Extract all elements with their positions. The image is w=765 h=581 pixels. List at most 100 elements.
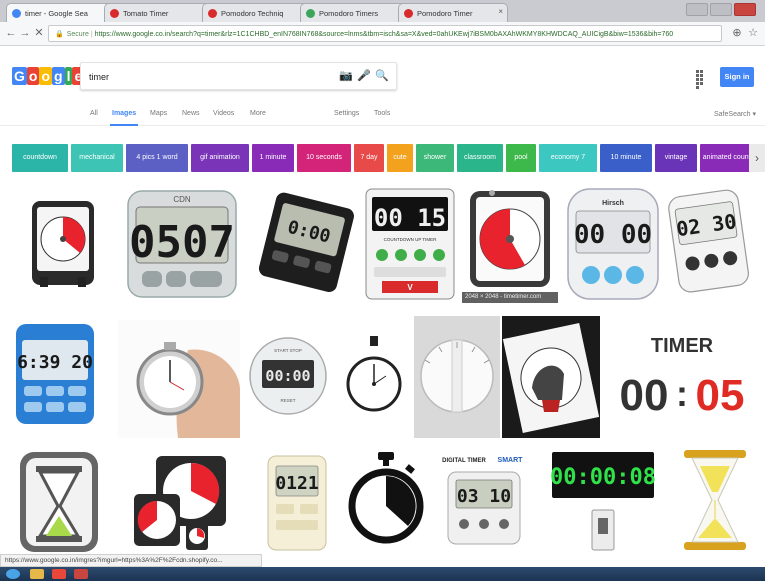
star-icon[interactable]: ☆ <box>746 26 760 40</box>
start-button-icon[interactable] <box>6 569 20 579</box>
brand-label: Hirsch <box>602 200 624 207</box>
image-result-kitchen-wind-timer[interactable] <box>414 316 500 438</box>
related-chip[interactable]: 10 minute <box>600 144 652 172</box>
svg-text:V: V <box>407 283 413 292</box>
apps-grid-icon[interactable] <box>696 70 707 89</box>
google-logo[interactable]: Google <box>10 66 86 86</box>
forward-arrow-icon[interactable]: → <box>18 26 32 40</box>
tab-videos[interactable]: Videos <box>213 110 234 117</box>
google-favicon-icon <box>12 9 21 18</box>
image-result-round-white-timer[interactable]: START STOP 00:00 RESET <box>246 320 330 432</box>
image-result-time-timer-set[interactable] <box>126 452 230 554</box>
minimize-button[interactable] <box>686 3 708 16</box>
brand-label: CDN <box>173 195 191 204</box>
svg-text:0121: 0121 <box>275 473 318 494</box>
timer-display: 00 15 <box>374 204 446 232</box>
image-result-countdown-up-timer[interactable]: 00 15 COUNTDOWN UP TIMER V <box>362 185 458 303</box>
chrome-icon[interactable] <box>52 569 66 579</box>
search-input[interactable] <box>89 69 329 84</box>
related-chip[interactable]: pool <box>506 144 536 172</box>
image-result-time-timer-small[interactable] <box>22 193 104 295</box>
related-chip[interactable]: shower <box>416 144 454 172</box>
tab-news[interactable]: News <box>182 110 200 117</box>
address-url: https://www.google.co.in/search?q=timer&… <box>94 31 674 38</box>
image-result-timer-00-05[interactable]: TIMER 00 : 05 <box>604 322 760 436</box>
timer-display: 00 00 <box>574 220 652 250</box>
tomato-favicon-icon <box>208 9 217 18</box>
tab-all[interactable]: All <box>90 110 98 117</box>
camera-icon[interactable]: 📷 <box>339 69 353 84</box>
close-icon[interactable]: ✕ <box>32 26 46 40</box>
timer-display: 00:00 <box>265 367 310 385</box>
related-chip[interactable]: economy 7 <box>539 144 597 172</box>
image-result-cream-timer[interactable]: 0121 <box>262 452 332 554</box>
browser-tab-google-search[interactable]: timer - Google Sea × <box>6 3 116 22</box>
related-chip[interactable]: mechanical <box>71 144 123 172</box>
browser-tab-pomodoro-timers[interactable]: Pomodoro Timers × <box>300 3 410 22</box>
image-result-hirsch-timer[interactable]: Hirsch 00 00 <box>562 185 664 303</box>
image-result-hourglass-icon[interactable] <box>14 448 104 554</box>
button-label: RESET <box>280 398 295 403</box>
tab-more[interactable]: More <box>250 110 266 117</box>
image-result-black-timer[interactable]: 0:00 <box>252 185 358 303</box>
tomato-favicon-icon <box>110 9 119 18</box>
image-result-toilet-timer[interactable] <box>502 316 600 438</box>
button-label: START STOP <box>274 348 302 353</box>
product-title: DIGITAL TIMER <box>442 458 486 464</box>
google-logo-letter: l <box>64 67 73 85</box>
timer-colon: : <box>676 373 688 414</box>
related-chip[interactable]: vintage <box>655 144 697 172</box>
image-result-sand-hourglass[interactable] <box>676 446 754 554</box>
search-type-tabs: All Images Maps News Videos More Setting… <box>0 104 765 126</box>
os-taskbar <box>0 567 765 581</box>
tab-maps[interactable]: Maps <box>150 110 167 117</box>
related-chip[interactable]: 1 minute <box>252 144 294 172</box>
related-chip[interactable]: 7 day <box>354 144 384 172</box>
image-result-black-stopwatch[interactable] <box>340 320 408 432</box>
related-chip[interactable]: cute <box>387 144 413 172</box>
timer-seconds: 05 <box>696 371 745 420</box>
tab-settings[interactable]: Settings <box>334 110 359 117</box>
related-chip[interactable]: classroom <box>457 144 503 172</box>
back-arrow-icon[interactable]: ← <box>4 26 18 40</box>
google-logo-letter: g <box>52 67 65 85</box>
search-box[interactable]: 📷 🎤 🔍 <box>80 62 397 90</box>
tab-tools[interactable]: Tools <box>374 110 390 117</box>
chevron-right-icon[interactable]: › <box>749 144 765 172</box>
timer-display: 00:00:08 <box>550 465 656 490</box>
image-result-cdn-digital-timer[interactable]: CDN 0507 <box>122 185 242 303</box>
address-bar[interactable]: 🔒 Secure | https://www.google.co.in/searc… <box>48 25 722 42</box>
image-result-white-timer[interactable]: 02 30 <box>666 185 752 303</box>
timer-minutes: 00 <box>620 371 669 420</box>
file-explorer-icon[interactable] <box>30 569 44 579</box>
tomato-favicon-icon <box>404 9 413 18</box>
related-chip[interactable]: gif animation <box>191 144 249 172</box>
related-chip[interactable]: 10 seconds <box>297 144 351 172</box>
browser-tab-title: Pomodoro Timer <box>417 9 473 18</box>
browser-tab-pomodoro-technique[interactable]: Pomodoro Techniq × <box>202 3 312 22</box>
app-icon[interactable] <box>74 569 88 579</box>
browser-tab-tomato-timer[interactable]: Tomato Timer × <box>104 3 214 22</box>
browser-tab-pomodoro-timer[interactable]: Pomodoro Timer × <box>398 3 508 22</box>
related-chip[interactable]: countdown <box>12 144 68 172</box>
related-chip[interactable]: 4 pics 1 word <box>126 144 188 172</box>
image-result-stopwatch-icon[interactable] <box>346 446 426 554</box>
window-close-button[interactable] <box>734 3 756 16</box>
image-result-time-timer[interactable]: 2048 × 2048 - timetimer.com <box>462 185 558 303</box>
image-result-hand-stopwatch[interactable] <box>118 320 240 438</box>
image-result-digital-timer-school-smart[interactable]: DIGITAL TIMER SMART 03 10 <box>440 448 528 554</box>
mic-icon[interactable]: 🎤 <box>357 69 371 84</box>
close-icon[interactable]: × <box>498 7 503 16</box>
safesearch-menu[interactable]: SafeSearch ▾ <box>714 110 756 118</box>
secure-label: Secure <box>66 31 89 38</box>
extension-icon[interactable]: ⊕ <box>730 26 744 40</box>
status-bar-url: https://www.google.co.in/imgres?imgurl=h… <box>0 554 262 567</box>
search-icon[interactable]: 🔍 <box>375 69 389 84</box>
image-result-led-countdown-timer[interactable]: 00:00:08 <box>548 446 658 554</box>
tab-images[interactable]: Images <box>109 110 139 126</box>
sign-in-button[interactable]: Sign in <box>720 67 754 87</box>
maximize-button[interactable] <box>710 3 732 16</box>
image-result-blue-timer[interactable]: 6:39 20 <box>10 320 100 432</box>
timer-display: 03 10 <box>457 486 511 507</box>
google-logo-letter: o <box>39 67 53 85</box>
